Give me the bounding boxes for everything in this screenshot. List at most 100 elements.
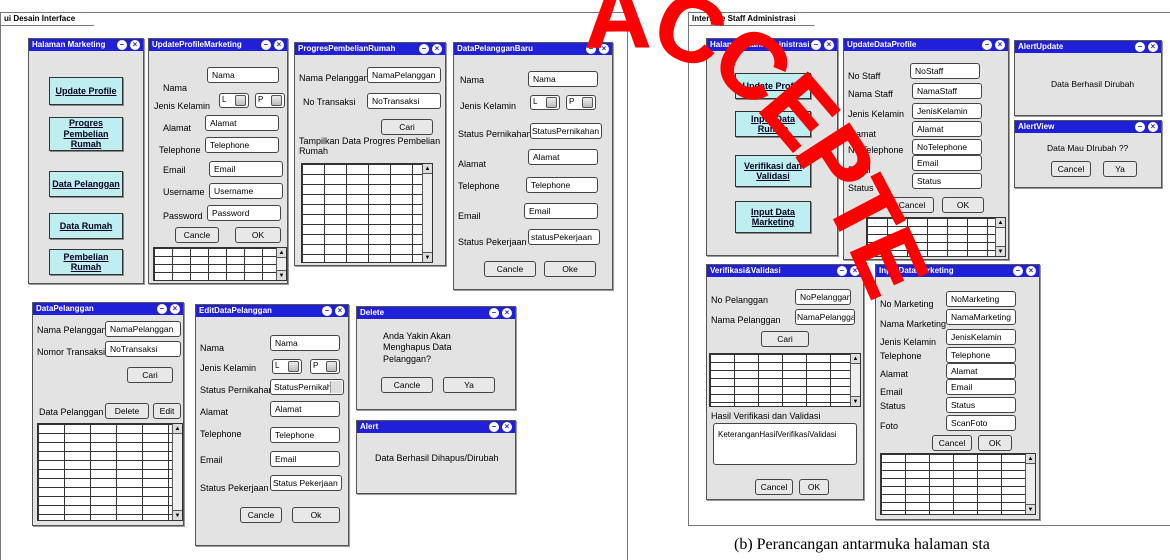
nama-field[interactable]: Nama xyxy=(207,67,279,83)
minimize-icon[interactable]: – xyxy=(322,306,332,316)
update-profile-button[interactable]: Update Profile xyxy=(49,77,123,105)
close-icon[interactable]: × xyxy=(502,422,512,432)
pembelian-rumah-button[interactable]: Pembelian Rumah xyxy=(49,249,123,275)
alamat-field[interactable]: Alamat xyxy=(270,401,340,417)
progres-pembelian-button[interactable]: Progres Pembelian Rumah xyxy=(49,117,123,151)
scroll-up-icon[interactable]: ▲ xyxy=(996,218,1005,228)
telephone-field[interactable]: Telephone xyxy=(526,177,598,193)
close-icon[interactable]: × xyxy=(274,40,284,50)
close-icon[interactable]: × xyxy=(850,266,860,276)
radio-l[interactable]: L xyxy=(219,93,249,108)
minimize-icon[interactable]: – xyxy=(811,40,821,50)
cari-button[interactable]: Cari xyxy=(127,367,173,383)
radio-p[interactable]: P xyxy=(255,93,285,108)
table-scrollbar[interactable]: ▲ ▼ xyxy=(422,164,432,262)
password-field[interactable]: Password xyxy=(207,205,281,221)
close-icon[interactable]: × xyxy=(1148,122,1158,132)
minimize-icon[interactable]: – xyxy=(261,40,271,50)
jenis-kelamin-field[interactable]: JenisKelamin xyxy=(912,103,982,119)
minimize-icon[interactable]: – xyxy=(419,44,429,54)
radio-p[interactable]: P xyxy=(566,95,596,110)
status-pernikahan-field[interactable]: StatusPernikahan xyxy=(530,123,602,139)
minimize-icon[interactable]: – xyxy=(837,266,847,276)
scroll-up-icon[interactable]: ▲ xyxy=(851,354,860,364)
minimize-icon[interactable]: – xyxy=(157,304,167,314)
email-field[interactable]: Email xyxy=(270,451,340,467)
telephone-field[interactable]: Telephone xyxy=(205,137,279,153)
minimize-icon[interactable]: – xyxy=(1135,122,1145,132)
no-telephone-field[interactable]: NoTelephone xyxy=(912,139,982,155)
ok-button[interactable]: OK xyxy=(978,435,1012,451)
cari-button[interactable]: Cari xyxy=(761,331,809,347)
data-rumah-button[interactable]: Data Rumah xyxy=(49,213,123,239)
verifikasi-validasi-button[interactable]: Verifikasi dan Validasi xyxy=(735,155,811,187)
no-marketing-field[interactable]: NoMarketing xyxy=(946,291,1016,307)
scan-foto-field[interactable]: ScanFoto xyxy=(946,415,1016,431)
minimize-icon[interactable]: – xyxy=(1135,42,1145,52)
scroll-up-icon[interactable]: ▲ xyxy=(173,424,182,434)
cancel-button[interactable]: Cancle xyxy=(381,377,433,393)
scroll-down-icon[interactable]: ▼ xyxy=(423,252,432,262)
close-icon[interactable]: × xyxy=(432,44,442,54)
cari-button[interactable]: Cari xyxy=(381,119,433,135)
minimize-icon[interactable]: – xyxy=(489,308,499,318)
radio-p[interactable]: P xyxy=(310,359,340,374)
scroll-up-icon[interactable]: ▲ xyxy=(423,164,432,174)
nama-field[interactable]: Nama xyxy=(270,335,340,351)
cancel-button[interactable]: Cancel xyxy=(1051,161,1091,177)
update-profile-button[interactable]: Update Profile xyxy=(735,73,811,99)
alamat-field[interactable]: Alamat xyxy=(946,363,1016,379)
minimize-icon[interactable]: – xyxy=(586,44,596,54)
status-field[interactable]: Status xyxy=(912,173,982,189)
alamat-field[interactable]: Alamat xyxy=(912,121,982,137)
status-pernikahan-select[interactable]: StatusPernikahan xyxy=(270,379,344,395)
cancel-button[interactable]: Cancle xyxy=(175,227,219,243)
close-icon[interactable]: × xyxy=(1148,42,1158,52)
scroll-down-icon[interactable]: ▼ xyxy=(851,396,860,406)
ya-button[interactable]: Ya xyxy=(443,377,495,393)
cancel-button[interactable]: Cancel xyxy=(755,479,793,495)
jenis-kelamin-field[interactable]: JenisKelamin xyxy=(946,329,1016,345)
edit-button[interactable]: Edit xyxy=(153,403,181,419)
nomor-transaksi-field[interactable]: NoTransaksi xyxy=(105,341,181,357)
email-field[interactable]: Email xyxy=(524,203,598,219)
no-pelanggan-field[interactable]: NoPelanggan xyxy=(795,289,851,305)
close-icon[interactable]: × xyxy=(824,40,834,50)
table-scrollbar[interactable]: ▲ ▼ xyxy=(995,218,1005,256)
email-field[interactable]: Email xyxy=(209,161,283,177)
ya-button[interactable]: Ya xyxy=(1103,161,1137,177)
nama-marketing-field[interactable]: NamaMarketing xyxy=(946,309,1016,325)
scroll-down-icon[interactable]: ▼ xyxy=(1026,504,1035,514)
alamat-field[interactable]: Alamat xyxy=(528,149,598,165)
input-data-marketing-button[interactable]: Input Data Marketing xyxy=(735,201,811,233)
oke-button[interactable]: Oke xyxy=(544,261,596,277)
status-field[interactable]: Status xyxy=(946,397,1016,413)
cancel-button[interactable]: Cancel xyxy=(932,435,972,451)
no-staff-field[interactable]: NoStaff xyxy=(910,63,980,79)
hasil-verifikasi-textarea[interactable]: KeteranganHasilVerifikasiValidasi xyxy=(713,423,857,465)
close-icon[interactable]: × xyxy=(599,44,609,54)
no-transaksi-field[interactable]: NoTransaksi xyxy=(367,93,441,109)
ok-button[interactable]: Ok xyxy=(292,507,340,523)
cancel-button[interactable]: Cancel xyxy=(890,197,934,213)
nama-pelanggan-field[interactable]: NamaPelanggan xyxy=(795,309,855,325)
close-icon[interactable]: × xyxy=(995,40,1005,50)
close-icon[interactable]: × xyxy=(130,40,140,50)
table-scrollbar[interactable]: ▲ ▼ xyxy=(276,248,286,280)
telephone-field[interactable]: Telephone xyxy=(946,347,1016,363)
minimize-icon[interactable]: – xyxy=(117,40,127,50)
cancel-button[interactable]: Cancle xyxy=(240,507,282,523)
close-icon[interactable]: × xyxy=(335,306,345,316)
email-field[interactable]: Email xyxy=(912,155,982,171)
table-scrollbar[interactable]: ▲ ▼ xyxy=(1025,454,1035,514)
close-icon[interactable]: × xyxy=(502,308,512,318)
alamat-field[interactable]: Alamat xyxy=(205,115,279,131)
scroll-up-icon[interactable]: ▲ xyxy=(1026,454,1035,464)
delete-button[interactable]: Delete xyxy=(105,403,149,419)
table-scrollbar[interactable]: ▲ ▼ xyxy=(850,354,860,406)
nama-staff-field[interactable]: NamaStaff xyxy=(912,83,982,99)
table-scrollbar[interactable]: ▲ ▼ xyxy=(172,424,182,520)
minimize-icon[interactable]: – xyxy=(1013,266,1023,276)
close-icon[interactable]: × xyxy=(1026,266,1036,276)
radio-l[interactable]: L xyxy=(272,359,302,374)
